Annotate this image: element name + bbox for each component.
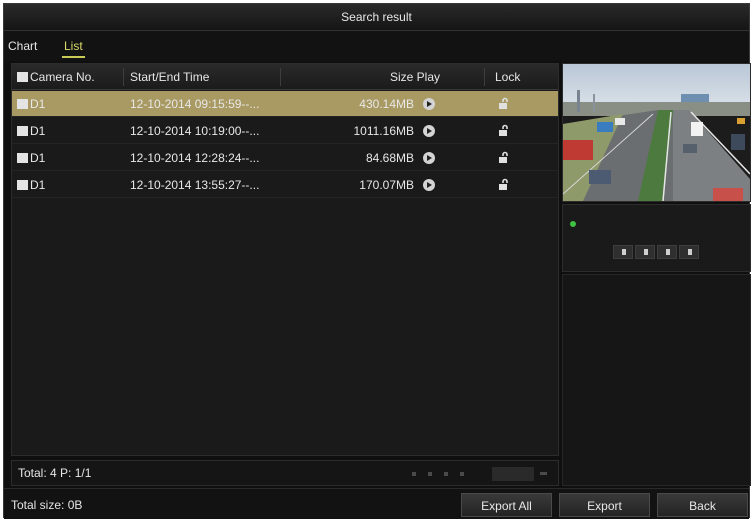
unlock-icon[interactable]: [497, 151, 511, 165]
prev-page-icon[interactable]: [428, 472, 432, 476]
header-camera[interactable]: Camera No.: [17, 64, 95, 90]
search-result-window: Search result Chart List Camera No. Star…: [3, 3, 751, 519]
row-camera: D1: [17, 91, 45, 117]
row-size: 1011.16MB: [353, 124, 415, 138]
first-page-icon[interactable]: [412, 472, 416, 476]
header-size-play[interactable]: Size Play: [390, 64, 440, 90]
next-page-icon[interactable]: [444, 472, 448, 476]
row-time: 12-10-2014 12:28:24--...: [130, 151, 260, 165]
table-row[interactable]: D1 12-10-2014 12:28:24--... 84.68MB: [12, 145, 558, 171]
row-camera: D1: [17, 118, 45, 144]
row-time: 12-10-2014 09:15:59--...: [130, 97, 260, 111]
row-camera: D1: [17, 172, 45, 198]
play-button[interactable]: [635, 245, 655, 259]
unlock-icon[interactable]: [497, 178, 511, 192]
footer-bar: Total size: 0B Export All Export Back: [4, 488, 749, 519]
header-time[interactable]: Start/End Time: [130, 64, 209, 90]
result-list: Camera No. Start/End Time Size Play Lock…: [11, 63, 559, 456]
row-camera-label: D1: [30, 97, 46, 111]
table-row[interactable]: D1 12-10-2014 13:55:27--... 170.07MB: [12, 172, 558, 198]
fast-button[interactable]: [679, 245, 699, 259]
tab-chart[interactable]: Chart: [8, 39, 37, 53]
go-page-icon[interactable]: [540, 472, 547, 475]
column-divider: [123, 68, 124, 86]
row-size: 430.14MB: [359, 97, 414, 111]
row-camera: D1: [17, 145, 45, 171]
row-camera-label: D1: [30, 178, 46, 192]
table-header: Camera No. Start/End Time Size Play Lock: [12, 64, 558, 90]
play-icon[interactable]: [423, 125, 435, 137]
table-row[interactable]: D1 12-10-2014 10:19:00--... 1011.16MB: [12, 118, 558, 144]
row-time: 12-10-2014 10:19:00--...: [130, 124, 260, 138]
tab-bar: Chart List: [4, 31, 749, 61]
highway-preview-image: [562, 64, 751, 202]
header-lock[interactable]: Lock: [495, 64, 520, 90]
tab-list[interactable]: List: [62, 39, 85, 58]
last-page-icon[interactable]: [460, 472, 464, 476]
pagination: [412, 467, 552, 481]
total-count: Total: 4 P: 1/1: [18, 466, 92, 480]
video-preview: [562, 63, 751, 202]
row-time: 12-10-2014 13:55:27--...: [130, 178, 260, 192]
stop-icon: [622, 249, 626, 255]
status-indicator-icon: [570, 221, 576, 227]
side-info-panel: [562, 274, 751, 486]
back-button[interactable]: Back: [657, 493, 748, 517]
row-checkbox[interactable]: [17, 180, 28, 190]
row-checkbox[interactable]: [17, 126, 28, 136]
page-input[interactable]: [492, 467, 534, 481]
column-divider: [484, 68, 485, 86]
window-title: Search result: [4, 4, 749, 31]
table-row[interactable]: D1 12-10-2014 09:15:59--... 430.14MB: [12, 91, 558, 117]
export-button[interactable]: Export: [559, 493, 650, 517]
select-all-checkbox[interactable]: [17, 72, 28, 82]
play-icon[interactable]: [423, 179, 435, 191]
header-camera-label: Camera No.: [30, 70, 95, 84]
status-bar: Total: 4 P: 1/1: [11, 460, 559, 486]
column-divider: [280, 68, 281, 86]
total-size: Total size: 0B: [11, 498, 83, 512]
row-checkbox[interactable]: [17, 99, 28, 109]
row-size: 84.68MB: [365, 151, 414, 165]
play-small-icon: [644, 249, 648, 255]
row-size: 170.07MB: [359, 178, 414, 192]
row-checkbox[interactable]: [17, 153, 28, 163]
row-camera-label: D1: [30, 151, 46, 165]
slow-icon: [666, 249, 670, 255]
unlock-icon[interactable]: [497, 97, 511, 111]
unlock-icon[interactable]: [497, 124, 511, 138]
play-icon[interactable]: [423, 152, 435, 164]
export-all-button[interactable]: Export All: [461, 493, 552, 517]
playback-controls: [562, 204, 751, 272]
slow-button[interactable]: [657, 245, 677, 259]
play-icon[interactable]: [423, 98, 435, 110]
stop-button[interactable]: [613, 245, 633, 259]
fast-icon: [688, 249, 692, 255]
row-camera-label: D1: [30, 124, 46, 138]
